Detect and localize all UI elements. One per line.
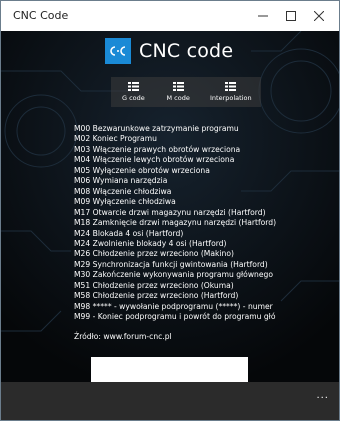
g-code-button[interactable]: G code (111, 77, 156, 107)
cnc-logo (105, 38, 131, 64)
list-item: M00 Bezwarunkowe zatrzymanie programu (74, 124, 239, 133)
close-button[interactable] (305, 1, 333, 31)
list-item: M58 Chłodzenie przez wrzeciono (Hartford… (74, 291, 239, 301)
ad-banner[interactable] (91, 357, 248, 382)
cnc-logo-icon (110, 46, 126, 56)
close-icon (314, 11, 324, 21)
app-header: CNC code (105, 35, 233, 67)
app-content: CNC code G code M code Interpolation M00… (1, 31, 339, 420)
list-item: M02 Koniec Programu (74, 134, 157, 144)
interpolation-button[interactable]: Interpolation (201, 77, 261, 107)
grid-icon (127, 82, 139, 91)
list-item: M08 Włączenie chłodziwa (74, 186, 172, 196)
list-item: M05 Wyłączenie obrotów wrzeciona (74, 165, 210, 175)
minimize-button[interactable] (249, 1, 277, 31)
app-window: CNC Code CNC code G code M code Interpol… (0, 0, 340, 421)
m-code-button[interactable]: M code (156, 77, 201, 107)
interpolation-label: Interpolation (209, 94, 252, 102)
list-item: M18 Zamknięcie drzwi magazynu narzędzi (… (74, 218, 277, 228)
list-item: M17 Otwarcie drzwi magazynu narzędzi (Ha… (74, 207, 266, 217)
app-title: CNC code (139, 40, 234, 62)
list-item: M24 Blokada 4 osi (Hartford) (74, 228, 184, 238)
list-item: M98 ***** - wywołanie podprogramu (*****… (74, 301, 273, 311)
minimize-icon (258, 15, 268, 17)
list-item: M29 Synchronizacja funkcji gwintowania (… (74, 259, 268, 269)
source-link[interactable]: Źródło: www.forum-cnc.pl (74, 332, 336, 341)
app-bar: ... (1, 382, 339, 420)
list-item: M51 Chłodzenie przez wrzeciono (Okuma) (74, 280, 234, 290)
m-code-label: M code (166, 94, 190, 102)
code-toolbar: G code M code Interpolation (111, 77, 261, 107)
more-options-button[interactable]: ... (316, 390, 329, 401)
m-code-list: M00 Bezwarunkowe zatrzymanie programu M0… (74, 124, 336, 341)
title-bar[interactable]: CNC Code (1, 1, 339, 31)
grid-icon (172, 82, 184, 91)
list-item: M03 Włączenie prawych obrotów wrzeciona (74, 144, 241, 154)
list-item: M24 Zwolnienie blokady 4 osi (Hartford) (74, 238, 227, 248)
list-item: M30 Zakończenie wykonywania programu głó… (74, 270, 273, 280)
list-item: M04 Włączenie lewych obrotów wrzeciona (74, 155, 235, 165)
window-title: CNC Code (13, 9, 69, 22)
list-item: M09 Wyłączenie chłodziwa (74, 197, 176, 207)
list-item: M26 Chłodzenie przez wrzeciono (Makino) (74, 249, 234, 259)
list-item: M06 Wymiana narzędzia (74, 176, 168, 186)
g-code-label: G code (122, 94, 145, 102)
maximize-icon (286, 11, 296, 21)
maximize-button[interactable] (277, 1, 305, 31)
grid-icon (225, 82, 237, 91)
list-item: M99 - Koniec podprogramu i powrót do pro… (74, 312, 276, 322)
